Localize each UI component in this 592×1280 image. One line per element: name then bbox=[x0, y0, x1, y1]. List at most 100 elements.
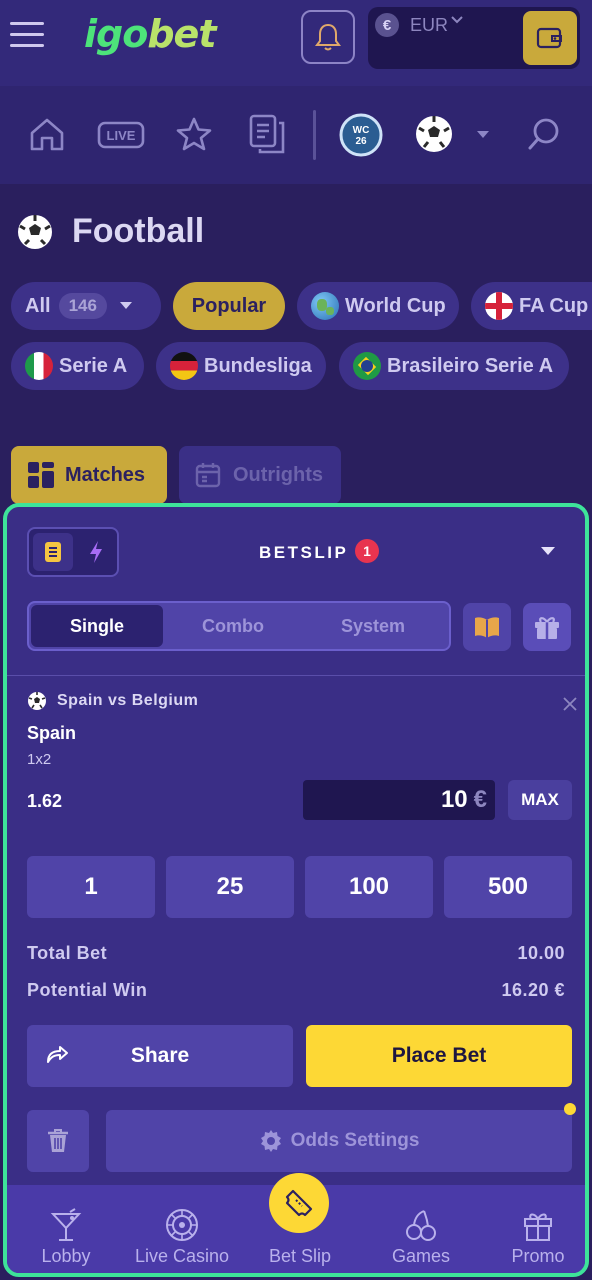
bottom-nav-label: Games bbox=[391, 1246, 451, 1266]
event-name: Spain vs Belgium bbox=[57, 692, 199, 709]
bottom-nav-label: Bet Slip bbox=[268, 1246, 332, 1266]
betslip-mode-toggle[interactable] bbox=[27, 527, 119, 577]
search-icon[interactable] bbox=[526, 116, 562, 152]
ticket-icon[interactable] bbox=[269, 1173, 329, 1233]
stake-input[interactable]: 10 € bbox=[303, 780, 495, 820]
wallet-button[interactable] bbox=[523, 11, 577, 65]
chevron-down-icon bbox=[450, 13, 464, 30]
chip-label: FA Cup bbox=[519, 294, 589, 317]
bottom-nav-label: Live Casino bbox=[134, 1246, 230, 1266]
potential-win-value: 16.20 € bbox=[501, 980, 565, 1000]
logo-part2: bet bbox=[147, 12, 216, 56]
menu-icon[interactable] bbox=[10, 22, 44, 52]
collapse-icon[interactable] bbox=[541, 547, 555, 555]
gift-icon bbox=[524, 1213, 552, 1241]
chip-bundesliga[interactable]: Bundesliga bbox=[156, 342, 326, 390]
cocktail-icon bbox=[50, 1208, 82, 1241]
share-arrow-icon bbox=[47, 1046, 68, 1063]
home-icon[interactable] bbox=[28, 116, 66, 152]
euro-icon: € bbox=[375, 13, 399, 37]
market-name: 1x2 bbox=[27, 751, 52, 768]
logo-part1: igo bbox=[84, 12, 148, 56]
bottom-nav: Lobby Live Casino Bet Slip Games Promo bbox=[7, 1173, 585, 1273]
quick-stake-button[interactable]: 100 bbox=[305, 856, 433, 918]
share-button[interactable]: Share bbox=[27, 1025, 293, 1087]
quick-stake-button[interactable]: 500 bbox=[444, 856, 572, 918]
sports-nav: LIVE WC 26 bbox=[0, 86, 592, 184]
chip-label: World Cup bbox=[345, 294, 446, 317]
bet-type-single[interactable]: Single bbox=[31, 605, 163, 647]
grid-icon bbox=[28, 462, 54, 488]
tab-outrights[interactable]: Outrights bbox=[179, 446, 341, 504]
remove-selection-icon[interactable] bbox=[563, 691, 577, 717]
chevron-down-icon bbox=[119, 302, 132, 309]
tab-matches[interactable]: Matches bbox=[11, 446, 167, 504]
bet-event: Spain vs Belgium bbox=[27, 691, 198, 711]
betslip-title: BETSLIP bbox=[259, 543, 349, 562]
bonus-button[interactable] bbox=[523, 603, 571, 651]
currency-label: EUR bbox=[410, 15, 449, 35]
chevron-down-icon[interactable] bbox=[476, 130, 490, 140]
clear-betslip-button[interactable] bbox=[27, 1110, 89, 1172]
favorites-icon[interactable] bbox=[175, 116, 213, 152]
chip-all[interactable]: All 146 bbox=[11, 282, 161, 330]
max-stake-button[interactable]: MAX bbox=[508, 780, 572, 820]
chip-label: Serie A bbox=[59, 354, 128, 377]
brazil-flag-icon bbox=[353, 352, 381, 380]
betslip-count-badge: 1 bbox=[355, 539, 379, 563]
svg-text:WC: WC bbox=[353, 125, 370, 136]
selection-name: Spain bbox=[27, 723, 77, 743]
bell-icon bbox=[315, 23, 341, 51]
football-icon[interactable] bbox=[414, 114, 454, 154]
chip-label: Popular bbox=[191, 294, 267, 317]
bet-type-combo[interactable]: Combo bbox=[165, 603, 301, 649]
bottom-nav-lobby[interactable]: Lobby bbox=[7, 1185, 125, 1273]
quick-stake-button[interactable]: 25 bbox=[166, 856, 294, 918]
quick-stake-button[interactable]: 1 bbox=[27, 856, 155, 918]
chip-world-cup[interactable]: World Cup bbox=[297, 282, 459, 330]
share-label: Share bbox=[130, 1044, 190, 1067]
total-bet-value: 10.00 bbox=[517, 943, 565, 963]
logo[interactable]: igobet bbox=[84, 12, 216, 56]
betslip-mode-quick[interactable] bbox=[77, 533, 115, 571]
chip-label: All bbox=[25, 294, 51, 317]
svg-text:LIVE: LIVE bbox=[107, 128, 136, 143]
nav-divider bbox=[313, 110, 316, 160]
betslip-mode-standard[interactable] bbox=[33, 533, 73, 571]
bottom-nav-promo[interactable]: Promo bbox=[479, 1185, 585, 1273]
bet-type-selector: Single Combo System bbox=[27, 601, 451, 651]
tab-label: Matches bbox=[65, 463, 146, 486]
total-bet-label: Total Bet bbox=[27, 943, 108, 963]
live-icon[interactable]: LIVE bbox=[97, 121, 145, 149]
betslip-history-icon[interactable] bbox=[248, 113, 286, 155]
top-header: igobet € EUR bbox=[0, 0, 592, 86]
bottom-nav-label: Promo bbox=[511, 1246, 565, 1266]
count-badge: 146 bbox=[58, 293, 107, 319]
potential-win-label: Potential Win bbox=[27, 980, 148, 1000]
chip-fa-cup[interactable]: FA Cup bbox=[471, 282, 592, 330]
wallet-icon bbox=[536, 27, 562, 49]
selection-odds: 1.62 bbox=[27, 791, 63, 811]
globe-icon bbox=[311, 292, 339, 320]
chip-popular[interactable]: Popular bbox=[173, 282, 285, 330]
place-bet-button[interactable]: Place Bet bbox=[306, 1025, 572, 1087]
chip-label: Bundesliga bbox=[204, 354, 312, 377]
stake-currency: € bbox=[473, 786, 487, 813]
notifications-button[interactable] bbox=[301, 10, 355, 64]
chip-brasileiro-serie-a[interactable]: Brasileiro Serie A bbox=[339, 342, 569, 390]
receipt-icon bbox=[45, 542, 61, 562]
wc26-icon[interactable]: WC 26 bbox=[339, 113, 383, 157]
roulette-icon bbox=[166, 1209, 198, 1241]
italy-flag-icon bbox=[25, 352, 53, 380]
book-icon bbox=[475, 617, 499, 638]
chip-serie-a[interactable]: Serie A bbox=[11, 342, 144, 390]
lightning-icon bbox=[90, 541, 102, 563]
england-flag-icon bbox=[485, 292, 513, 320]
bet-type-system[interactable]: System bbox=[305, 603, 441, 649]
gift-icon bbox=[535, 617, 559, 639]
bottom-nav-games[interactable]: Games bbox=[362, 1185, 480, 1273]
rules-button[interactable] bbox=[463, 603, 511, 651]
page-title: Football bbox=[72, 212, 205, 250]
bottom-nav-live-casino[interactable]: Live Casino bbox=[123, 1185, 241, 1273]
odds-settings-button[interactable]: Odds Settings bbox=[106, 1110, 572, 1172]
